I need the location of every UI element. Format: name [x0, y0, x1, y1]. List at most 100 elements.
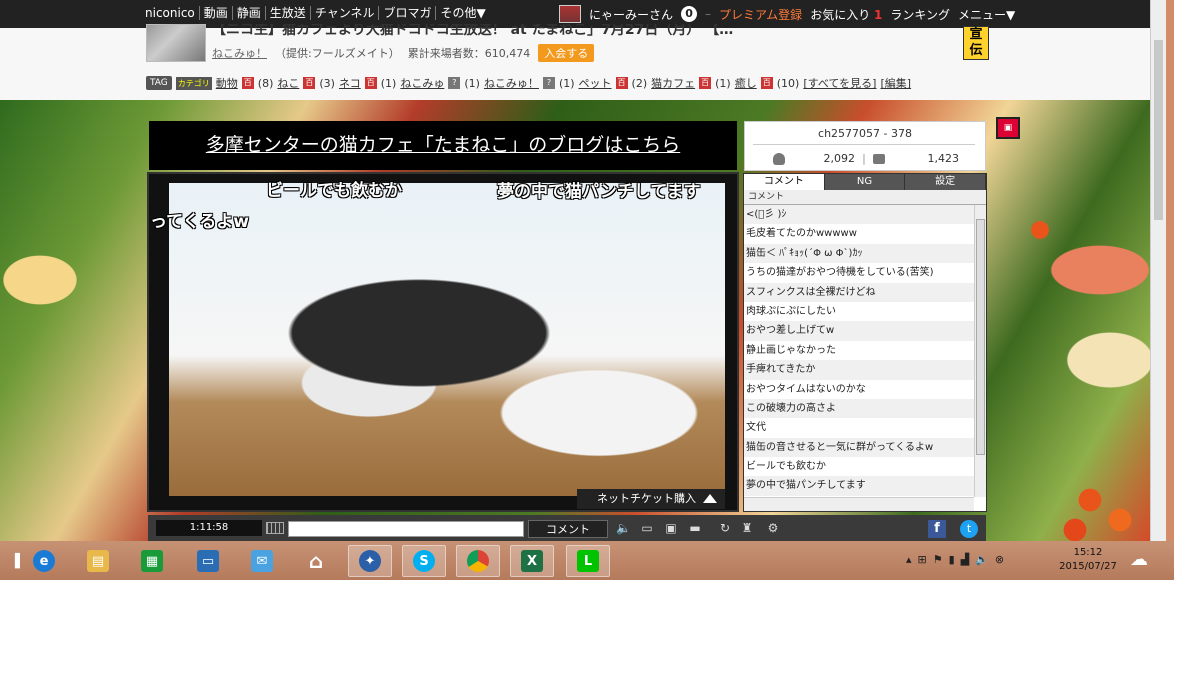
network-icon[interactable]: ▟	[961, 553, 969, 566]
program-title[interactable]: 【ニコ生】猫カフェより大猫ドコドコ生放送！ at たまねこ」7月27日（月） 【…	[212, 24, 912, 36]
comment-row[interactable]: 猫缶＜ ﾊﾟｷｮｯ(´Φ ω Φ`)ｶｯ	[744, 243, 974, 264]
encyclopedia-icon[interactable]: ?	[542, 77, 555, 89]
nav-live[interactable]: 生放送	[266, 6, 311, 20]
taskbar-ie[interactable]: e	[22, 545, 66, 577]
keyboard-icon[interactable]	[266, 522, 284, 534]
tag-item[interactable]: 癒し	[735, 75, 757, 91]
comment-toggle-icon[interactable]: ▭	[640, 521, 654, 535]
comment-input[interactable]	[288, 521, 524, 537]
edit-tags-link[interactable]: [編集]	[880, 75, 911, 91]
taskbar-clock[interactable]: 15:12 2015/07/27	[1058, 546, 1118, 574]
tab-comment[interactable]: コメント	[744, 174, 825, 190]
tag-item[interactable]: 猫カフェ	[651, 75, 695, 91]
viewer-count: 2,092	[823, 152, 856, 165]
menu-dropdown[interactable]: メニュー▼	[958, 6, 1015, 23]
encyclopedia-icon[interactable]: 百	[303, 77, 316, 89]
screen-size-icon[interactable]: ▬	[688, 521, 702, 535]
nav-blomaga[interactable]: ブロマガ	[379, 6, 437, 20]
taskbar-store[interactable]: ▦	[130, 545, 174, 577]
browser-scrollbar[interactable]	[1150, 0, 1166, 541]
battery-icon[interactable]: ▮	[949, 553, 955, 566]
twitter-icon[interactable]: t	[960, 520, 978, 538]
nav-video[interactable]: 動画	[200, 6, 233, 20]
game-icon[interactable]: ♜	[740, 521, 754, 535]
reload-icon[interactable]: ↻	[718, 521, 732, 535]
taskbar-excel[interactable]: X	[510, 545, 554, 577]
comment-row[interactable]: 手痺れてきたか	[744, 360, 974, 380]
encyclopedia-icon[interactable]: 百	[364, 77, 377, 89]
nav-niconico[interactable]: niconico	[141, 6, 200, 20]
blog-banner[interactable]: 多摩センターの猫カフェ「たまねこ」のブログはこちら	[149, 121, 737, 170]
encyclopedia-icon[interactable]: ?	[448, 77, 461, 89]
comment-row[interactable]: この破壊力の高さよ	[744, 398, 974, 419]
taskbar-home[interactable]: ⌂	[294, 545, 338, 577]
favorites-link[interactable]: お気に入り 1	[810, 6, 882, 23]
taskbar-skype[interactable]: S	[402, 545, 446, 577]
taskbar-explorer[interactable]: ▤	[76, 545, 120, 577]
comment-row[interactable]: 夢の中で猫パンチしてます	[744, 476, 974, 496]
taskbar-desktop[interactable]: ▭	[186, 545, 230, 577]
comment-row[interactable]: おやつ差し上げてw	[744, 321, 974, 341]
user-avatar[interactable]	[559, 5, 581, 23]
comment-row[interactable]: 猫缶の音させると一気に群がってくるよw	[744, 437, 974, 458]
gear-icon[interactable]: ⚙	[766, 521, 780, 535]
premium-link[interactable]: プレミアム登録	[719, 6, 802, 23]
see-all-tags-link[interactable]: [すべてを見る]	[803, 75, 876, 91]
username[interactable]: にゃーみーさん	[589, 6, 673, 23]
ranking-link[interactable]: ランキング	[890, 6, 950, 23]
tray-expand-icon[interactable]: ▴	[906, 553, 912, 566]
tag-item[interactable]: ねこみゅ	[400, 75, 444, 91]
comment-scrollbar-thumb[interactable]	[976, 219, 985, 455]
comment-row[interactable]: スフィンクスは全裸だけどね	[744, 282, 974, 302]
taskbar-line[interactable]: L	[566, 545, 610, 577]
facebook-icon[interactable]: f	[928, 520, 946, 538]
comment-row[interactable]: 毛皮着てたのかwwwww	[744, 224, 974, 243]
volume-icon[interactable]: 🔈	[616, 521, 631, 535]
comment-row[interactable]: おやつタイムはないのかな	[744, 380, 974, 399]
ticket-purchase-button[interactable]: ネットチケット購入	[577, 489, 725, 509]
comment-horizontal-scrollbar[interactable]	[744, 497, 974, 511]
browser-scrollbar-thumb[interactable]	[1154, 40, 1163, 220]
taskbar-mail[interactable]: ✉	[240, 545, 284, 577]
tag-item[interactable]: ペット	[579, 75, 612, 91]
comment-row[interactable]: うちの猫達がおやつ待機をしている(苦笑)	[744, 263, 974, 282]
tag-item[interactable]: ネコ	[339, 75, 361, 91]
nico-tv-icon[interactable]: ▣	[996, 117, 1020, 139]
cloud-icon[interactable]: ☁	[1130, 551, 1158, 569]
provider-text: （提供:フールズメイト）	[275, 47, 400, 60]
comment-row[interactable]: 肉球ぷにぷにしたい	[744, 302, 974, 321]
close-circle-icon[interactable]: ⊗	[995, 553, 1004, 566]
encyclopedia-icon[interactable]: 百	[241, 77, 254, 89]
comment-row[interactable]: 文代	[744, 418, 974, 437]
taskbar-chrome[interactable]	[456, 545, 500, 577]
nicoscript-icon[interactable]: ▣	[664, 521, 678, 535]
flag-icon[interactable]: ⚑	[933, 553, 943, 566]
join-button[interactable]: 入会する	[538, 44, 595, 62]
tag-item[interactable]: ねこみゅ！	[484, 75, 539, 91]
nav-seiga[interactable]: 静画	[233, 6, 266, 20]
nav-other[interactable]: その他▼	[436, 6, 489, 20]
video-stream[interactable]	[169, 183, 725, 496]
comment-column-header[interactable]: コメント	[744, 190, 986, 205]
encyclopedia-icon[interactable]: 百	[760, 77, 773, 89]
channel-thumbnail[interactable]	[146, 24, 206, 62]
speaker-icon[interactable]: 🔈	[975, 553, 989, 566]
comment-submit-button[interactable]: コメント	[528, 520, 608, 538]
encyclopedia-icon[interactable]: 百	[699, 77, 712, 89]
notification-badge[interactable]: 0	[681, 6, 698, 22]
advertise-icon[interactable]: 宣伝	[963, 26, 989, 60]
channel-name-link[interactable]: ねこみゅ！	[212, 45, 267, 61]
tab-settings[interactable]: 設定	[905, 174, 987, 190]
encyclopedia-icon[interactable]: 百	[615, 77, 628, 89]
taskbar-thunderbird[interactable]: ✦	[348, 545, 392, 577]
comment-row[interactable]: ビールでも飲むか	[744, 457, 974, 476]
tray-windows-icon[interactable]: ⊞	[918, 553, 927, 566]
home-icon: ⌂	[308, 549, 324, 573]
nav-channel[interactable]: チャンネル	[311, 6, 380, 20]
tab-ng[interactable]: NG	[824, 174, 906, 190]
comment-scrollbar[interactable]	[974, 205, 986, 497]
comment-row[interactable]: 静止画じゃなかった	[744, 341, 974, 360]
tag-item[interactable]: 動物	[216, 75, 238, 91]
comment-row[interactable]: <(ﾟ彡 )ｼ	[744, 205, 974, 225]
tag-item[interactable]: ねこ	[277, 75, 299, 91]
